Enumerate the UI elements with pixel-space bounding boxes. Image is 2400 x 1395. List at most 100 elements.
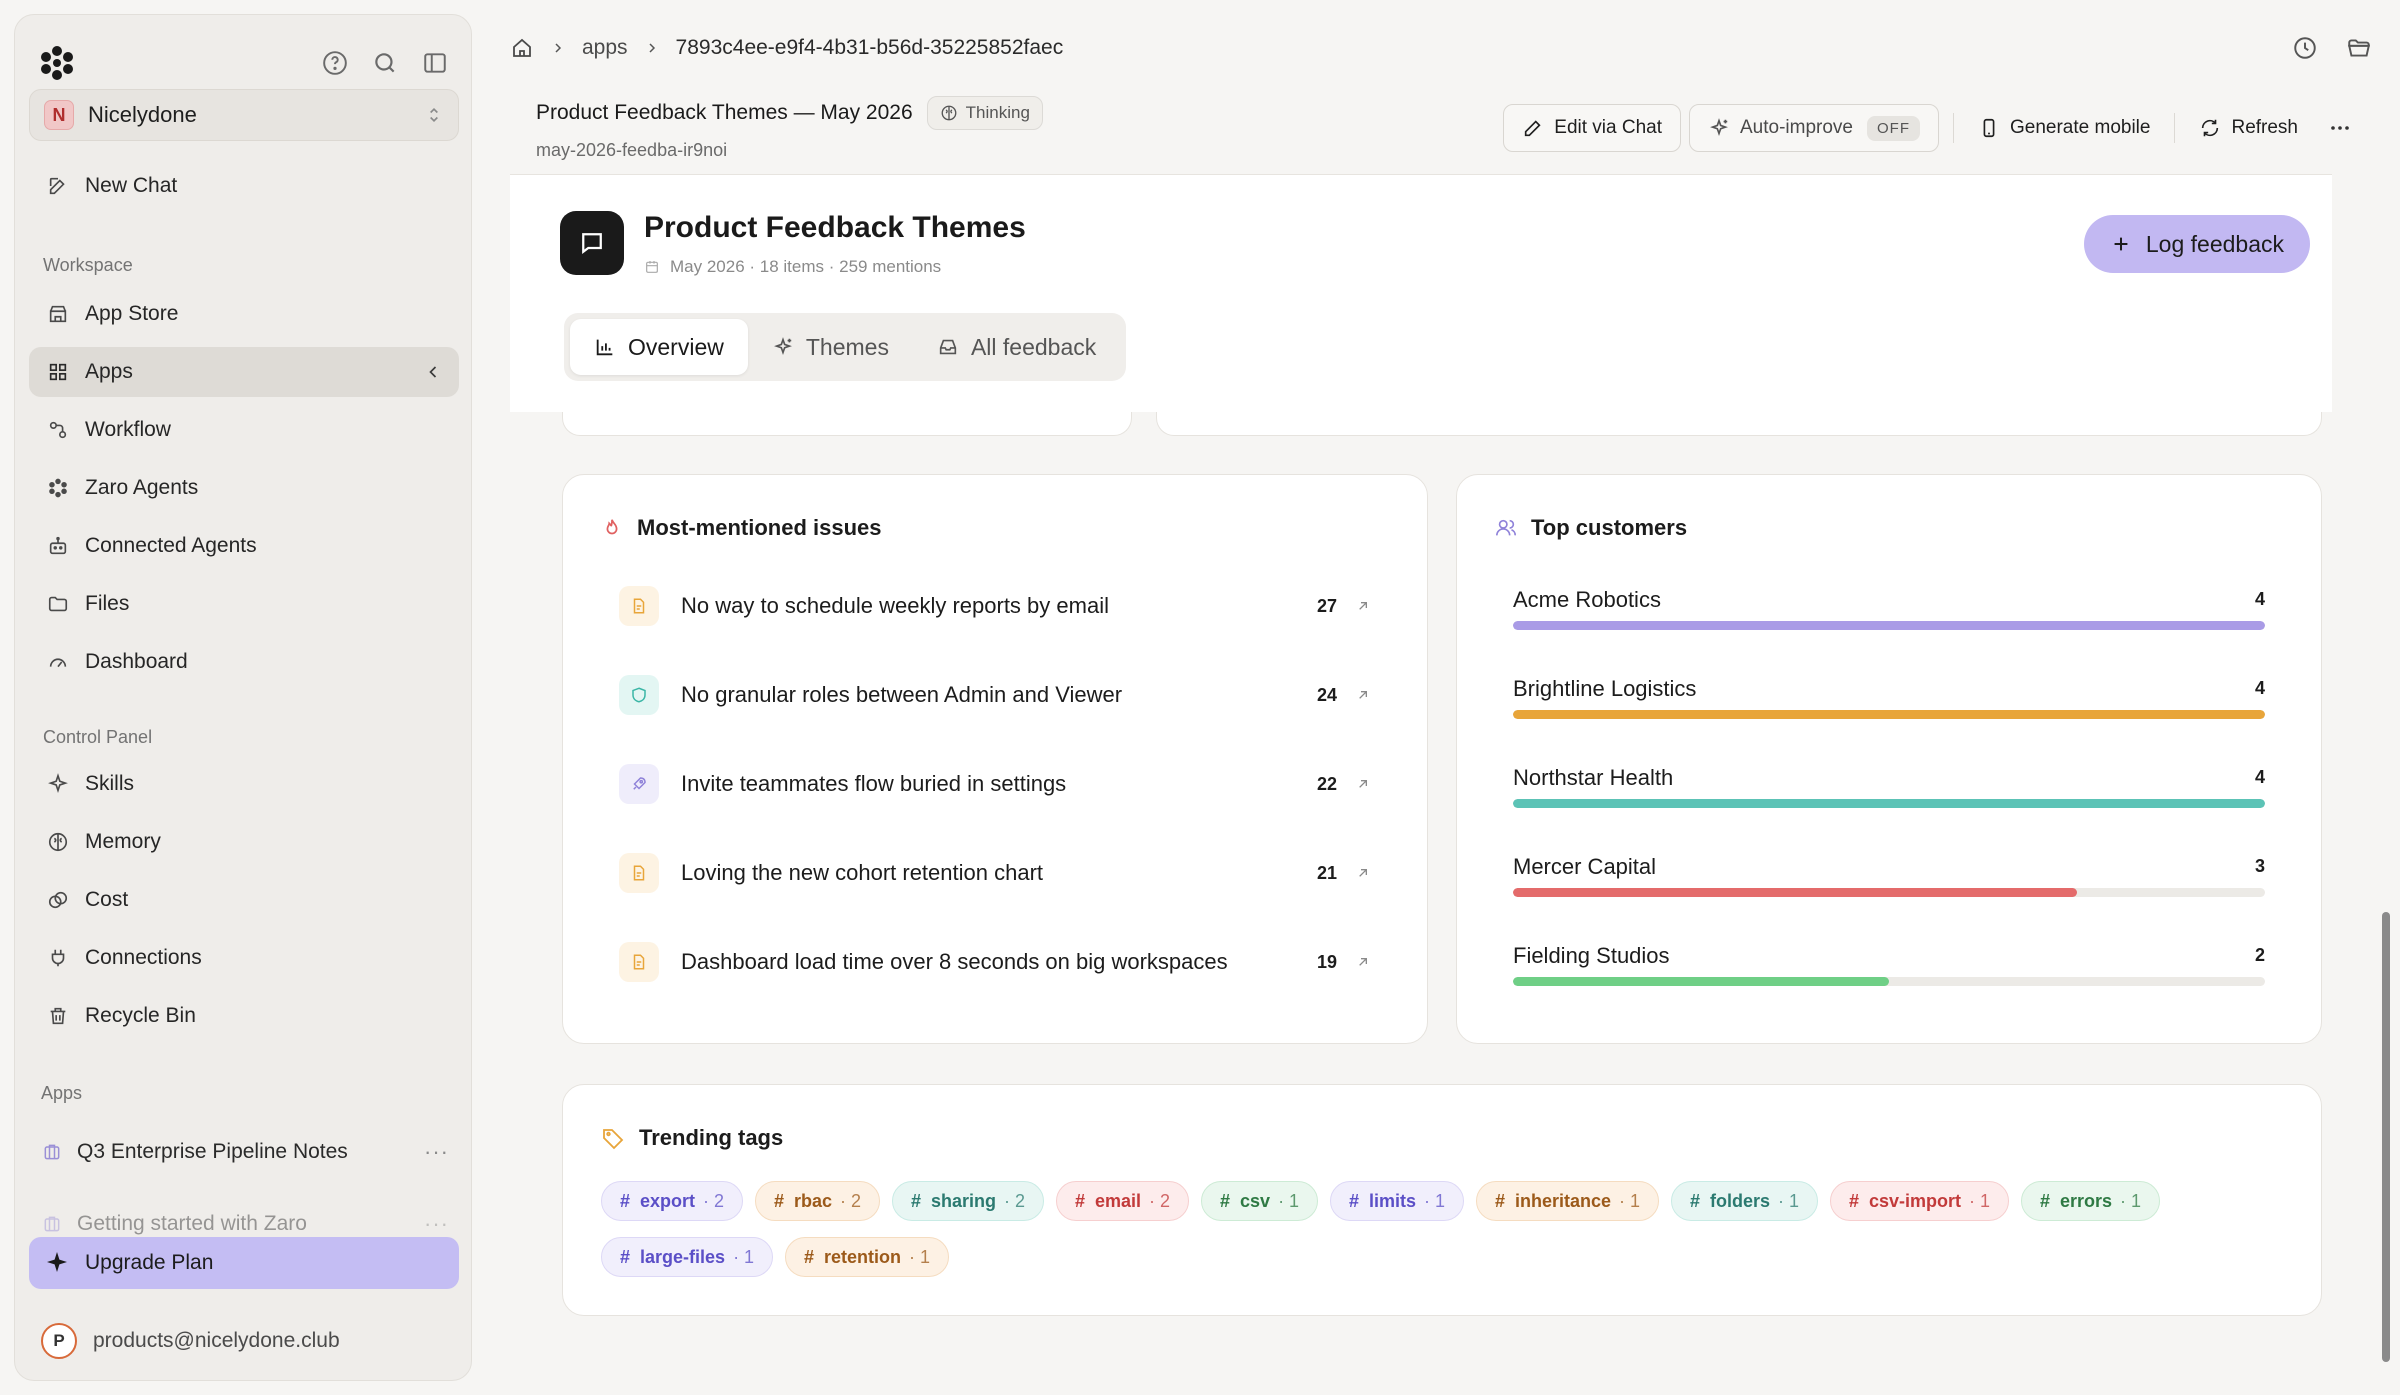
sidebar-item-connected-agents[interactable]: Connected Agents: [29, 521, 459, 571]
sidebar-item-workflow[interactable]: Workflow: [29, 405, 459, 455]
workspace-switcher[interactable]: N Nicelydone: [29, 89, 459, 141]
tag-count: · 1: [1778, 1190, 1800, 1211]
workspace-name: Nicelydone: [88, 102, 197, 127]
sidebar-item-recycle-bin[interactable]: Recycle Bin: [29, 991, 459, 1041]
chevron-left-icon[interactable]: [423, 362, 443, 382]
tag-count: · 1: [733, 1246, 755, 1267]
account-menu[interactable]: P products@nicelydone.club: [41, 1315, 340, 1367]
tag-count: · 1: [1424, 1190, 1446, 1211]
shield-icon: [619, 675, 659, 715]
generate-mobile-label: Generate mobile: [2010, 117, 2151, 138]
card-title: Top customers: [1495, 515, 1687, 541]
tab-themes[interactable]: Themes: [748, 319, 913, 375]
upgrade-plan-button[interactable]: Upgrade Plan: [29, 1237, 459, 1289]
issue-count: 22: [1316, 773, 1337, 794]
tag-chip[interactable]: # inheritance · 1: [1476, 1181, 1660, 1221]
edit-via-chat-button[interactable]: Edit via Chat: [1503, 104, 1681, 152]
customer-row[interactable]: Mercer Capital 3: [1513, 854, 2265, 914]
customer-row[interactable]: Northstar Health 4: [1513, 765, 2265, 825]
issue-row[interactable]: Dashboard load time over 8 seconds on bi…: [619, 939, 1371, 985]
customer-count: 4: [2254, 678, 2265, 698]
arrow-up-right-icon[interactable]: [1355, 598, 1371, 614]
tag-chip[interactable]: # folders · 1: [1671, 1181, 1819, 1221]
card-title: Most-mentioned issues: [601, 515, 881, 541]
pencil-icon: [1522, 117, 1544, 139]
arrow-up-right-icon[interactable]: [1355, 954, 1371, 970]
inbox-icon: [937, 336, 959, 358]
sidebar-item-apps[interactable]: Apps: [29, 347, 459, 397]
hash-icon: #: [911, 1190, 922, 1211]
tag-chip[interactable]: # email · 2: [1056, 1181, 1190, 1221]
sidebar-item-skills[interactable]: Skills: [29, 759, 459, 809]
card-title: Trending tags: [601, 1125, 783, 1151]
tag-chip[interactable]: # limits · 1: [1330, 1181, 1465, 1221]
more-options-icon[interactable]: ···: [424, 1211, 449, 1237]
search-icon[interactable]: [371, 49, 399, 77]
app-header: Product Feedback Themes — May 2026 Think…: [536, 96, 2360, 166]
page-meta: May 2026 · 18 items · 259 mentions: [644, 257, 941, 277]
customer-row[interactable]: Brightline Logistics 4: [1513, 676, 2265, 736]
tag-chip[interactable]: # csv-import · 1: [1830, 1181, 2010, 1221]
customer-row[interactable]: Acme Robotics 4: [1513, 587, 2265, 647]
issue-row[interactable]: No way to schedule weekly reports by ema…: [619, 583, 1371, 629]
help-icon[interactable]: [321, 49, 349, 77]
customer-name: Fielding Studios: [1513, 943, 1670, 968]
brain-icon: [940, 104, 958, 122]
arrow-up-right-icon[interactable]: [1355, 776, 1371, 792]
home-icon[interactable]: [510, 36, 534, 60]
zaro-logo-icon[interactable]: [37, 43, 77, 83]
more-options-icon[interactable]: ···: [424, 1139, 449, 1165]
tag-chip[interactable]: # retention · 1: [785, 1237, 950, 1277]
issue-text: Loving the new cohort retention chart: [681, 860, 1044, 885]
issue-row[interactable]: Loving the new cohort retention chart 21: [619, 850, 1371, 896]
trash-icon: [45, 1003, 71, 1029]
plug-icon: [45, 945, 71, 971]
sidebar-item-label: Recycle Bin: [85, 1004, 196, 1027]
issue-row[interactable]: No granular roles between Admin and View…: [619, 672, 1371, 718]
issue-row[interactable]: Invite teammates flow buried in settings…: [619, 761, 1371, 807]
edit-square-icon: [45, 173, 71, 199]
more-options-button[interactable]: [2316, 104, 2360, 152]
arrow-up-right-icon[interactable]: [1355, 687, 1371, 703]
chevron-right-icon: [644, 40, 660, 56]
tab-overview[interactable]: Overview: [570, 319, 748, 375]
card-title-text: Most-mentioned issues: [637, 515, 882, 540]
sidebar-item-connections[interactable]: Connections: [29, 933, 459, 983]
sidebar-toggle-icon[interactable]: [421, 49, 449, 77]
agents-icon: [45, 475, 71, 501]
tag-chip[interactable]: # sharing · 2: [892, 1181, 1045, 1221]
arrow-up-right-icon[interactable]: [1355, 865, 1371, 881]
breadcrumb-app-id: 7893c4ee-e9f4-4b31-b56d-35225852faec: [675, 36, 1064, 59]
customer-bar-track: [1513, 799, 2265, 808]
chevron-up-down-icon: [424, 105, 444, 125]
tag-icon: [601, 1126, 625, 1150]
sidebar-item-cost[interactable]: Cost: [29, 875, 459, 925]
app-canvas-header: Product Feedback Themes May 2026 · 18 it…: [510, 174, 2332, 412]
sidebar-item-zaro-agents[interactable]: Zaro Agents: [29, 463, 459, 513]
tag-chip[interactable]: # export · 2: [601, 1181, 744, 1221]
log-feedback-button[interactable]: Log feedback: [2083, 215, 2310, 273]
folder-open-icon[interactable]: [2346, 35, 2372, 61]
sidebar-item-dashboard[interactable]: Dashboard: [29, 637, 459, 687]
sidebar: N Nicelydone New Chat Workspace App Stor…: [14, 14, 472, 1381]
sidebar-app-item[interactable]: Q3 Enterprise Pipeline Notes ···: [29, 1129, 459, 1175]
top-bar: apps 7893c4ee-e9f4-4b31-b56d-35225852fae…: [510, 28, 2372, 68]
tag-chip[interactable]: # rbac · 2: [755, 1181, 881, 1221]
breadcrumb-apps-link[interactable]: apps: [582, 36, 628, 60]
tab-all-feedback[interactable]: All feedback: [913, 319, 1120, 375]
tag-chip[interactable]: # csv · 1: [1201, 1181, 1319, 1221]
scrollbar[interactable]: [2382, 912, 2390, 1362]
history-icon[interactable]: [2292, 35, 2318, 61]
sidebar-item-memory[interactable]: Memory: [29, 817, 459, 867]
refresh-button[interactable]: Refresh: [2181, 104, 2316, 152]
tag-chip[interactable]: # large-files · 1: [601, 1237, 774, 1277]
document-icon: [619, 853, 659, 893]
folder-icon: [45, 591, 71, 617]
new-chat-button[interactable]: New Chat: [29, 161, 459, 211]
generate-mobile-button[interactable]: Generate mobile: [1960, 104, 2168, 152]
tag-chip[interactable]: # errors · 1: [2021, 1181, 2161, 1221]
sidebar-item-app-store[interactable]: App Store: [29, 289, 459, 339]
sidebar-item-files[interactable]: Files: [29, 579, 459, 629]
auto-improve-toggle[interactable]: Auto-improve OFF: [1689, 104, 1939, 152]
customer-row[interactable]: Fielding Studios 2: [1513, 943, 2265, 1003]
